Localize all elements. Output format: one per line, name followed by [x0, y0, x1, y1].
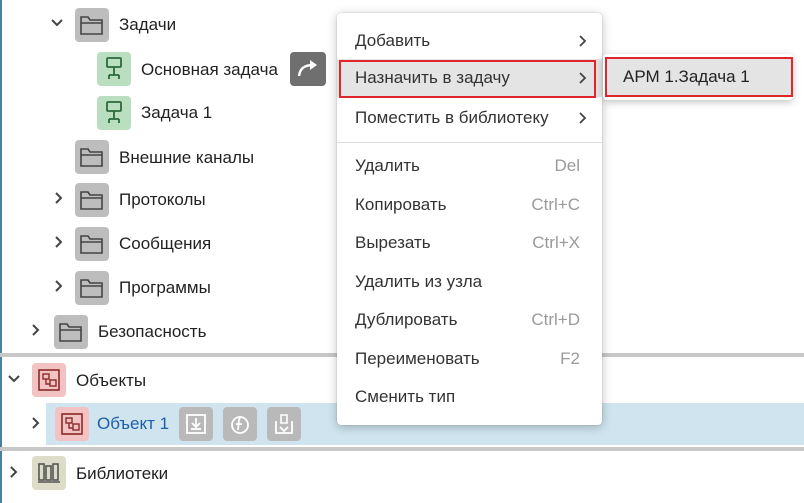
chevron-right-icon[interactable] — [29, 323, 47, 341]
tree-item-obekt-1[interactable]: Объект 1 — [97, 414, 169, 434]
folder-icon — [75, 183, 109, 217]
assign-arrow-icon[interactable] — [290, 52, 326, 86]
menu-item-remove-from-node[interactable]: Удалить из узла — [337, 263, 602, 301]
folder-icon — [75, 140, 109, 174]
menu-item-label: Копировать — [355, 195, 447, 214]
folder-icon — [75, 8, 109, 42]
tree-item-programmy[interactable]: Программы — [119, 278, 211, 298]
chevron-right-icon[interactable] — [52, 279, 70, 297]
tree-item-bezopasnost[interactable]: Безопасность — [98, 322, 206, 342]
menu-item-duplicate[interactable]: Дублировать Ctrl+D — [337, 301, 602, 339]
export-icon[interactable] — [267, 407, 301, 441]
tree-item-soobshcheniya[interactable]: Сообщения — [119, 234, 211, 254]
menu-item-shortcut: Ctrl+C — [531, 195, 580, 214]
submenu-item-label: АРМ 1.Задача 1 — [623, 67, 750, 86]
import-icon[interactable] — [179, 407, 213, 441]
menu-item-label: Добавить — [355, 31, 431, 50]
chevron-right-icon — [578, 111, 588, 130]
chevron-right-icon[interactable] — [29, 416, 47, 434]
tree-item-osnovnaya-zadacha[interactable]: Основная задача — [141, 60, 278, 80]
library-icon — [32, 456, 66, 490]
submenu-item-arm-1-zadacha-1[interactable]: АРМ 1.Задача 1 — [605, 57, 793, 97]
menu-item-add[interactable]: Добавить — [337, 22, 602, 60]
chevron-right-icon[interactable] — [52, 191, 70, 209]
menu-item-label: Назначить в задачу — [355, 68, 510, 87]
menu-item-label: Удалить из узла — [355, 272, 483, 291]
tree-item-zadacha-1[interactable]: Задача 1 — [141, 103, 212, 123]
object-icon — [55, 407, 89, 441]
menu-item-label: Удалить — [355, 156, 420, 175]
task-icon — [97, 52, 131, 86]
object-icon — [32, 363, 66, 397]
menu-item-label: Поместить в библиотеку — [355, 108, 549, 127]
menu-item-place-in-library[interactable]: Поместить в библиотеку — [337, 99, 602, 137]
tree-item-zadachi[interactable]: Задачи — [119, 15, 176, 35]
submenu-assign-to-task: АРМ 1.Задача 1 — [603, 54, 793, 100]
chevron-down-icon[interactable] — [50, 16, 68, 34]
task-icon — [97, 96, 131, 130]
tree-item-biblioteki[interactable]: Библиотеки — [76, 464, 168, 484]
menu-item-shortcut: Ctrl+X — [532, 233, 580, 252]
tree-item-protokoly[interactable]: Протоколы — [119, 190, 206, 210]
menu-item-assign-to-task[interactable]: Назначить в задачу — [337, 59, 602, 98]
menu-item-label: Сменить тип — [355, 387, 456, 406]
folder-icon — [75, 271, 109, 305]
menu-item-shortcut: Ctrl+D — [531, 310, 580, 329]
chevron-right-icon — [578, 34, 588, 53]
folder-icon — [54, 315, 88, 349]
context-menu: Добавить Назначить в задачу Поместить в … — [337, 13, 602, 425]
menu-item-shortcut: F2 — [560, 349, 580, 368]
menu-item-delete[interactable]: Удалить Del — [337, 147, 602, 185]
tree-item-vneshnie-kanaly[interactable]: Внешние каналы — [119, 148, 254, 168]
menu-item-label: Дублировать — [355, 310, 458, 329]
chevron-down-icon[interactable] — [7, 372, 25, 390]
menu-item-rename[interactable]: Переименовать F2 — [337, 340, 602, 378]
function-icon[interactable] — [223, 407, 257, 441]
menu-item-copy[interactable]: Копировать Ctrl+C — [337, 186, 602, 224]
section-divider[interactable] — [0, 447, 804, 451]
chevron-right-icon — [578, 71, 588, 90]
menu-item-cut[interactable]: Вырезать Ctrl+X — [337, 224, 602, 262]
menu-item-shortcut: Del — [554, 156, 580, 175]
menu-item-label: Вырезать — [355, 233, 431, 252]
chevron-right-icon[interactable] — [52, 235, 70, 253]
panel-left-border — [0, 0, 2, 503]
menu-item-change-type[interactable]: Сменить тип — [337, 378, 602, 416]
menu-item-label: Переименовать — [355, 349, 480, 368]
menu-separator — [337, 142, 602, 143]
tree-item-obekty[interactable]: Объекты — [76, 371, 146, 391]
folder-icon — [75, 227, 109, 261]
chevron-right-icon[interactable] — [7, 465, 25, 483]
